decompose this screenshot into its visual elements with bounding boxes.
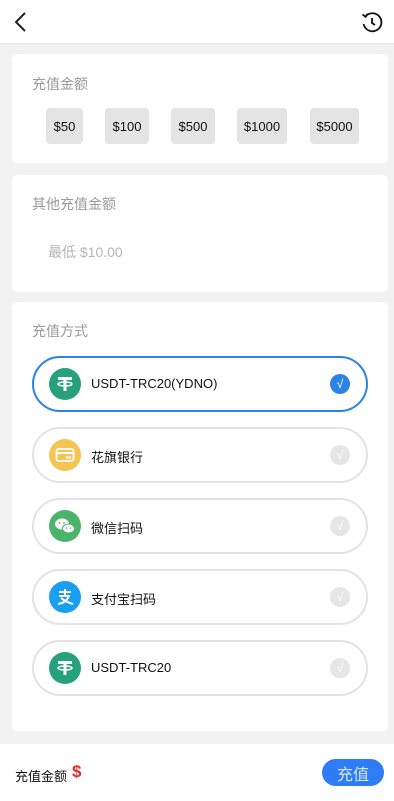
chevron-left-icon [14,12,26,32]
amount-option-500[interactable]: $500 [171,108,215,144]
check-icon: √ [330,516,350,536]
bottom-bar: 充值金额 $ 充值 [0,744,394,801]
recharge-amount-card: 充值金额 $50 $100 $500 $1000 $5000 [12,54,388,163]
check-icon: √ [330,587,350,607]
other-amount-card: 其他充值金额 最低 $10.00 [12,175,388,292]
method-usdt-trc20-ydno[interactable]: USDT-TRC20(YDNO) √ [32,356,368,412]
tether-icon [49,652,81,684]
amount-option-1000[interactable]: $1000 [237,108,287,144]
other-amount-input[interactable]: 最低 $10.00 [48,242,123,262]
recharge-submit-button[interactable]: 充值 [322,759,384,786]
history-button[interactable] [358,8,386,36]
bank-card-icon [49,439,81,471]
method-label: 花旗银行 [91,450,144,465]
top-bar [0,0,394,44]
payment-method-title: 充值方式 [32,323,88,339]
method-wechat-scan[interactable]: 微信扫码 √ [32,498,368,554]
total-currency-symbol: $ [72,762,82,781]
back-button[interactable] [8,8,36,36]
amount-option-100[interactable]: $100 [105,108,149,144]
check-icon: √ [330,658,350,678]
alipay-icon [49,581,81,613]
other-amount-title: 其他充值金额 [32,196,116,212]
method-label: USDT-TRC20(YDNO) [91,376,218,391]
payment-method-card: 充值方式 USDT-TRC20(YDNO) √ 花旗银行 √ 微信扫码 √ 支付… [12,302,388,731]
method-label: 微信扫码 [91,521,144,536]
tether-icon [49,368,81,400]
amount-option-5000[interactable]: $5000 [310,108,359,144]
amount-option-50[interactable]: $50 [46,108,83,144]
method-usdt-trc20[interactable]: USDT-TRC20 √ [32,640,368,696]
method-label: 支付宝扫码 [91,592,157,607]
amount-options: $50 $100 $500 $1000 $5000 [12,108,388,144]
recharge-amount-title: 充值金额 [32,76,88,92]
wechat-icon [49,510,81,542]
check-icon: √ [330,445,350,465]
history-clock-icon [361,12,383,33]
check-icon: √ [330,374,350,394]
total-amount-label: 充值金额 [15,769,68,784]
method-alipay-scan[interactable]: 支付宝扫码 √ [32,569,368,625]
method-citibank[interactable]: 花旗银行 √ [32,427,368,483]
method-label: USDT-TRC20 [91,660,172,675]
